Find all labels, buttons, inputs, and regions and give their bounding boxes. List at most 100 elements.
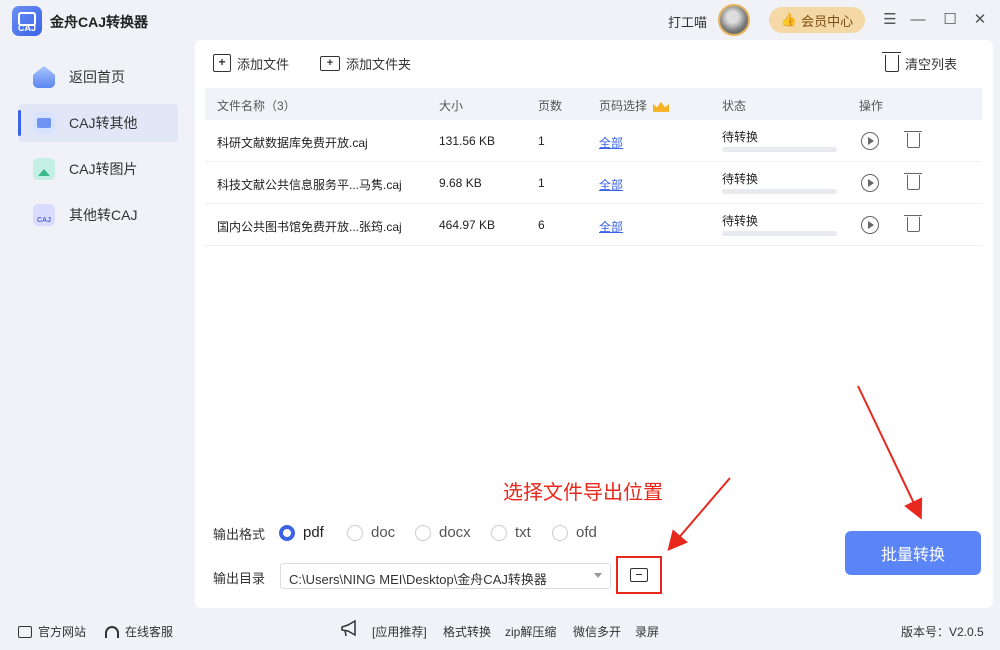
add-file-icon: + — [213, 54, 231, 72]
format-option-docx[interactable]: docx — [415, 524, 471, 541]
radio-icon — [491, 524, 507, 541]
format-option-doc[interactable]: doc — [347, 524, 395, 541]
logo-text: CAJ — [17, 23, 36, 33]
home-icon — [33, 66, 55, 88]
footer-link-wechat[interactable]: 微信多开 — [573, 623, 621, 640]
play-icon[interactable] — [861, 216, 879, 234]
footer-link-format[interactable]: 格式转换 — [443, 623, 491, 640]
play-icon[interactable] — [861, 132, 879, 150]
file-name: 科研文献数据库免费开放.caj — [217, 136, 368, 150]
add-folder-label: 添加文件夹 — [346, 56, 412, 72]
col-status: 状态 — [722, 99, 747, 113]
delete-icon[interactable] — [904, 131, 922, 148]
sidebar-item-label: 返回首页 — [69, 69, 125, 85]
play-icon[interactable] — [861, 174, 879, 192]
radio-icon — [347, 524, 363, 541]
format-option-ofd[interactable]: ofd — [552, 524, 597, 541]
sidebar-item-caj-to-image[interactable]: CAJ转图片 — [18, 150, 178, 188]
col-page-select: 页码选择 — [599, 97, 670, 114]
vip-center-label: 会员中心 — [801, 13, 854, 29]
footer: 官方网站 在线客服 [应用推荐] 格式转换 zip解压缩 微信多开 录屏 版本号… — [0, 610, 1000, 650]
output-dir-select[interactable]: C:\Users\NING MEI\Desktop\金舟CAJ转换器 — [280, 563, 611, 589]
trash-icon — [882, 51, 901, 72]
page-range-link[interactable]: 全部 — [599, 218, 623, 235]
add-file-label: 添加文件 — [237, 56, 290, 72]
sidebar-item-label: CAJ转图片 — [69, 161, 138, 177]
file-size: 131.56 KB — [439, 134, 496, 148]
chevron-down-icon[interactable] — [594, 573, 602, 578]
thumbs-up-icon: 👍 — [780, 12, 798, 27]
table-row: 科技文献公共信息服务平...马隽.caj 9.68 KB 1 全部 待转换 — [205, 162, 982, 204]
official-site-label: 官方网站 — [38, 625, 87, 639]
menu-icon[interactable]: ☰ — [881, 10, 899, 28]
online-service-label: 在线客服 — [125, 625, 174, 639]
batch-convert-button[interactable]: 批量转换 — [845, 531, 981, 575]
username[interactable]: 打工喵 — [668, 12, 707, 31]
maximize-icon[interactable]: ☐ — [941, 10, 959, 28]
progress-bar — [722, 147, 837, 152]
headset-icon — [105, 625, 119, 638]
col-actions: 操作 — [859, 99, 884, 113]
recommend-label: [应用推荐] — [372, 625, 427, 639]
footer-link-record[interactable]: 录屏 — [635, 623, 659, 640]
status-text: 待转换 — [722, 130, 759, 144]
caj-to-other-icon — [33, 112, 55, 134]
sidebar-item-other-to-caj[interactable]: CAJ 其他转CAJ — [18, 196, 178, 234]
other-to-caj-icon: CAJ — [33, 204, 55, 226]
page-range-link[interactable]: 全部 — [599, 176, 623, 193]
crown-icon — [653, 101, 670, 112]
delete-icon[interactable] — [904, 215, 922, 232]
footer-link-zip[interactable]: zip解压缩 — [505, 623, 556, 640]
page-range-link[interactable]: 全部 — [599, 134, 623, 151]
add-folder-icon: + — [320, 55, 340, 71]
page-count: 6 — [538, 218, 545, 232]
app-title: 金舟CAJ转换器 — [50, 14, 149, 30]
sidebar-item-label: CAJ转其他 — [69, 115, 138, 131]
format-label: txt — [515, 524, 531, 541]
main-panel: + 添加文件 + 添加文件夹 清空列表 文件名称（3） 大小 页数 页码选择 状… — [195, 40, 993, 608]
add-file-button[interactable]: + 添加文件 — [213, 52, 289, 74]
monitor-icon — [18, 625, 32, 638]
table-header: 文件名称（3） 大小 页数 页码选择 状态 操作 — [205, 88, 982, 120]
format-option-txt[interactable]: txt — [491, 524, 531, 541]
official-site-link[interactable]: 官方网站 — [18, 623, 86, 640]
file-size: 9.68 KB — [439, 176, 482, 190]
avatar[interactable] — [718, 4, 750, 36]
format-label: ofd — [576, 524, 597, 541]
app-logo-icon: CAJ — [12, 6, 42, 36]
status-text: 待转换 — [722, 172, 759, 186]
col-name: 文件名称（3） — [217, 99, 296, 113]
vip-center-button[interactable]: 👍 会员中心 — [769, 7, 865, 33]
format-label: doc — [371, 524, 396, 541]
sidebar-item-home[interactable]: 返回首页 — [18, 58, 178, 96]
file-name: 国内公共图书馆免费开放...张筠.caj — [217, 220, 402, 234]
minimize-icon[interactable]: — — [909, 10, 927, 28]
caj-to-image-icon — [33, 158, 55, 180]
output-format-label: 输出格式 — [213, 527, 266, 542]
clear-list-label: 清空列表 — [905, 56, 958, 72]
add-folder-button[interactable]: + 添加文件夹 — [320, 52, 411, 74]
progress-bar — [722, 189, 837, 194]
delete-icon[interactable] — [904, 173, 922, 190]
file-size: 464.97 KB — [439, 218, 496, 232]
format-option-pdf[interactable]: pdf — [279, 524, 324, 541]
online-service-link[interactable]: 在线客服 — [105, 623, 173, 640]
title-bar: CAJ 金舟CAJ转换器 打工喵 👍 会员中心 ☰ — ☐ ✕ — [0, 0, 1000, 40]
col-page-select-label: 页码选择 — [599, 99, 648, 113]
page-count: 1 — [538, 134, 545, 148]
file-name: 科技文献公共信息服务平...马隽.caj — [217, 178, 402, 192]
annotation-text: 选择文件导出位置 — [503, 482, 663, 504]
clear-list-button[interactable]: 清空列表 — [882, 51, 958, 74]
close-icon[interactable]: ✕ — [971, 10, 989, 28]
radio-checked-icon — [279, 524, 295, 541]
radio-icon — [415, 524, 431, 541]
col-pages: 页数 — [538, 99, 563, 113]
sidebar-item-label: 其他转CAJ — [69, 207, 138, 223]
megaphone-icon — [341, 620, 356, 637]
output-dir-label: 输出目录 — [213, 571, 266, 586]
table-row: 国内公共图书馆免费开放...张筠.caj 464.97 KB 6 全部 待转换 — [205, 204, 982, 246]
browse-folder-button[interactable] — [616, 556, 662, 594]
page-count: 1 — [538, 176, 545, 190]
sidebar-item-caj-to-other[interactable]: CAJ转其他 — [18, 104, 178, 142]
radio-icon — [552, 524, 568, 541]
